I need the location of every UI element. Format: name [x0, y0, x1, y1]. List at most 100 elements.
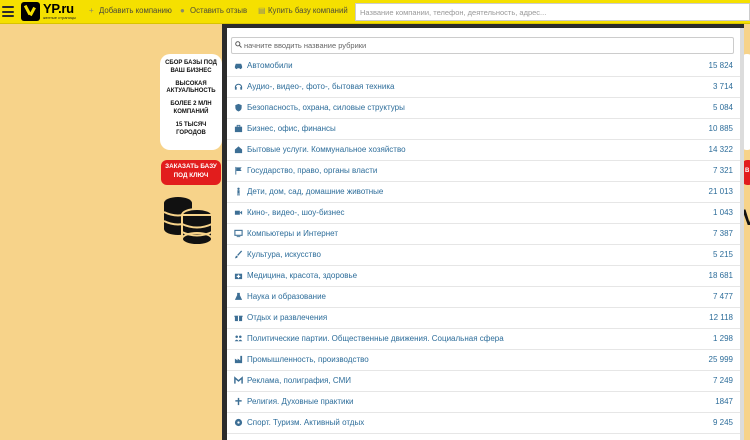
category-count: 7 249: [712, 376, 733, 385]
car-icon: [234, 63, 243, 70]
category-row[interactable]: Государство, право, органы власти 7 321: [227, 161, 740, 182]
scrollbar[interactable]: [740, 28, 744, 440]
category-count: 12 118: [709, 313, 733, 322]
database-icon: [163, 197, 213, 246]
factory-icon: [234, 355, 243, 364]
category-label[interactable]: Компьютеры и Интернет: [247, 229, 338, 238]
category-label[interactable]: Аудио-, видео-, фото-, бытовая техника: [247, 82, 394, 91]
flask-icon: [234, 292, 243, 300]
category-count: 7 477: [712, 292, 733, 301]
category-row[interactable]: Аудио-, видео-, фото-, бытовая техника 3 …: [227, 77, 740, 98]
category-label[interactable]: Религия. Духовные практики: [247, 397, 353, 406]
category-row[interactable]: Политические партии. Общественные движен…: [227, 329, 740, 350]
category-row[interactable]: Компьютеры и Интернет 7 387: [227, 224, 740, 245]
category-count: 3 714: [712, 82, 733, 91]
home-icon: [234, 146, 243, 154]
add-company-link[interactable]: + Добавить компанию: [89, 6, 172, 15]
promo-card: СБОР БАЗЫ ПОД ВАШ БИЗНЕС ВЫСОКАЯ АКТУАЛЬ…: [160, 54, 222, 150]
add-company-label: Добавить компанию: [99, 6, 172, 15]
category-label[interactable]: Безопасность, охрана, силовые структуры: [247, 103, 405, 112]
rubric-panel: начните вводить название рубрики Автомоб…: [227, 28, 740, 440]
category-row[interactable]: Медицина, красота, здоровье 18 681: [227, 266, 740, 287]
users-icon: [234, 335, 243, 342]
category-count: 10 885: [708, 124, 733, 133]
category-row[interactable]: Кино-, видео-, шоу-бизнес 1 043: [227, 203, 740, 224]
category-row[interactable]: Бизнес, офис, финансы 10 885: [227, 119, 740, 140]
logo[interactable]: YP.ru желтые страницы: [21, 2, 76, 22]
category-row[interactable]: Культура, искусство 5 215: [227, 245, 740, 266]
rubric-search-placeholder: начните вводить название рубрики: [244, 41, 367, 50]
category-count: 15 824: [708, 61, 733, 70]
leave-review-link[interactable]: ● Оставить отзыв: [180, 6, 247, 15]
category-row[interactable]: Дети, дом, сад, домашние животные 21 013: [227, 182, 740, 203]
plus-icon: +: [89, 6, 94, 15]
category-label[interactable]: Наука и образование: [247, 292, 326, 301]
main-search-input[interactable]: Название компании, телефон, деятельность…: [355, 3, 750, 21]
buy-base-label: Купить базу компаний: [268, 6, 348, 15]
category-label[interactable]: Промышленность, производство: [247, 355, 369, 364]
category-label[interactable]: Бизнес, офис, финансы: [247, 124, 336, 133]
child-icon: [237, 187, 240, 196]
category-row[interactable]: Бытовые услуги. Коммунальное хозяйство 14…: [227, 140, 740, 161]
category-row[interactable]: Автомобили 15 824: [227, 56, 740, 77]
gift-icon: [234, 315, 243, 322]
promo-line-collect: СБОР БАЗЫ ПОД ВАШ БИЗНЕС: [165, 60, 217, 74]
category-count: 21 013: [708, 187, 733, 196]
menu-icon[interactable]: [2, 6, 14, 17]
medkit-icon: [234, 273, 243, 280]
category-label[interactable]: Отдых и развлечения: [247, 313, 327, 322]
category-count: 18 681: [708, 271, 733, 280]
category-label[interactable]: Дети, дом, сад, домашние животные: [247, 187, 383, 196]
headphones-icon: [234, 83, 243, 90]
comment-icon: ●: [180, 6, 185, 15]
logo-mark-icon: [21, 2, 40, 21]
category-row[interactable]: Отдых и развлечения 12 118: [227, 308, 740, 329]
buy-base-link[interactable]: ▤ Купить базу компаний: [258, 6, 348, 15]
video-camera-icon: [234, 210, 243, 215]
category-count: 9 245: [712, 418, 733, 427]
category-row[interactable]: Наука и образование 7 477: [227, 287, 740, 308]
media-icon: [234, 376, 243, 384]
briefcase-icon: [234, 124, 243, 133]
category-count: 5 084: [712, 103, 733, 112]
logo-subtitle: желтые страницы: [43, 15, 77, 20]
promo-line-companies: БОЛЕЕ 2 МЛН КОМПАНИЙ: [170, 101, 212, 115]
category-count: 7 387: [712, 229, 733, 238]
category-row[interactable]: Спорт. Туризм. Активный отдых 9 245: [227, 413, 740, 434]
category-label[interactable]: Государство, право, органы власти: [247, 166, 377, 175]
category-count: 14 322: [708, 145, 733, 154]
leave-review-label: Оставить отзыв: [190, 6, 248, 15]
search-icon: [235, 41, 242, 48]
category-label[interactable]: Политические партии. Общественные движен…: [247, 334, 504, 343]
rubric-search-field[interactable]: начните вводить название рубрики: [231, 37, 734, 54]
category-label[interactable]: Медицина, красота, здоровье: [247, 271, 357, 280]
category-row[interactable]: Реклама, полиграфия, СМИ 7 249: [227, 371, 740, 392]
document-icon: ▤: [258, 6, 266, 15]
category-row[interactable]: Промышленность, производство 25 999: [227, 350, 740, 371]
category-label[interactable]: Бытовые услуги. Коммунальное хозяйство: [247, 145, 406, 154]
category-count: 1 043: [712, 208, 733, 217]
category-row[interactable]: Религия. Духовные практики 1847: [227, 392, 740, 413]
shield-icon: [235, 103, 242, 112]
category-label[interactable]: Спорт. Туризм. Активный отдых: [247, 418, 364, 427]
category-row[interactable]: Безопасность, охрана, силовые структуры 5…: [227, 98, 740, 119]
category-count: 7 321: [712, 166, 733, 175]
category-count: 5 215: [712, 250, 733, 259]
cross-icon: [235, 397, 242, 406]
category-list: Автомобили 15 824 Аудио-, видео-, фото-, б…: [227, 56, 740, 434]
promo-line-cities: 15 ТЫСЯЧ ГОРОДОВ: [175, 121, 207, 136]
brush-icon: [234, 250, 243, 259]
category-count: 1 298: [712, 334, 733, 343]
order-base-button[interactable]: ЗАКАЗАТЬ БАЗУ ПОД КЛЮЧ: [161, 160, 221, 185]
monitor-icon: [234, 229, 243, 238]
top-bar: YP.ru желтые страницы + Добавить компанию…: [0, 0, 750, 24]
category-label[interactable]: Кино-, видео-, шоу-бизнес: [247, 208, 345, 217]
category-count: 25 999: [708, 355, 733, 364]
flag-icon: [235, 166, 242, 175]
logo-title: YP.ru: [43, 1, 74, 16]
category-label[interactable]: Культура, искусство: [247, 250, 321, 259]
category-label[interactable]: Автомобили: [247, 61, 293, 70]
category-label[interactable]: Реклама, полиграфия, СМИ: [247, 376, 351, 385]
promo-line-actuality: ВЫСОКАЯ АКТУАЛЬНОСТЬ: [166, 80, 216, 95]
ball-icon: [234, 418, 243, 427]
